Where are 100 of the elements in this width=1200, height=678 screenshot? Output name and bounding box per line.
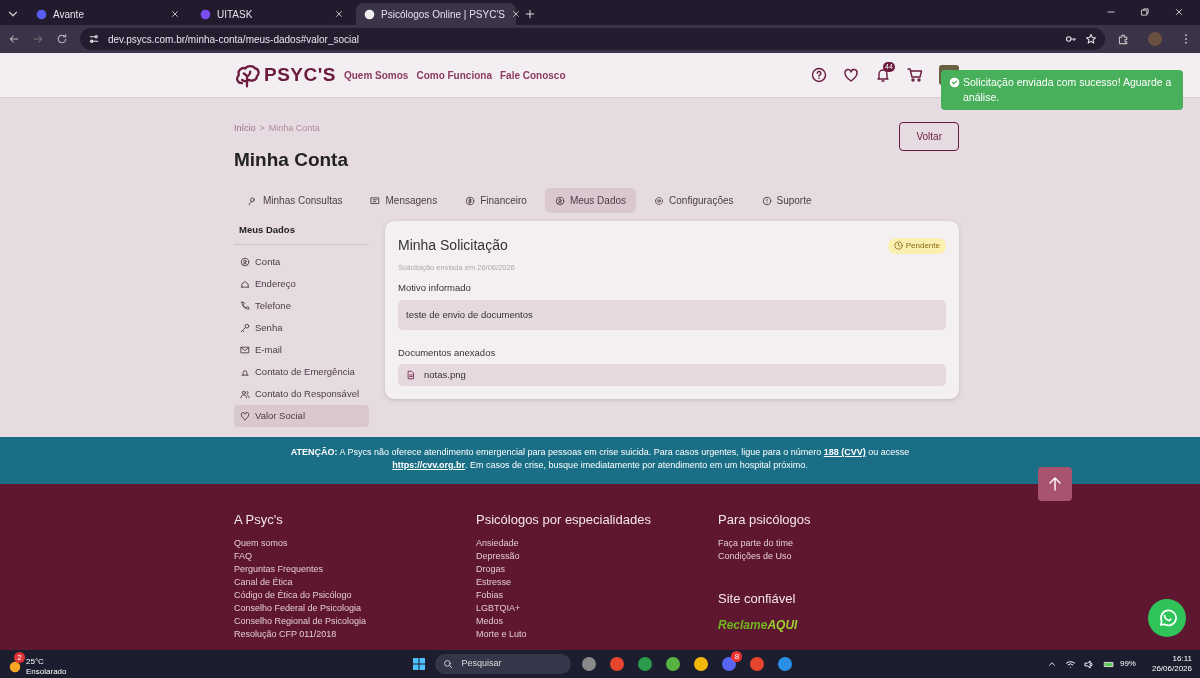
speaker-icon[interactable] <box>1083 658 1095 670</box>
footer-link[interactable]: Morte e Luto <box>476 628 718 641</box>
scroll-top-button[interactable] <box>1038 467 1072 501</box>
close-icon[interactable] <box>170 9 180 19</box>
restore-icon[interactable] <box>1140 7 1150 17</box>
chat-phone-icon <box>1157 608 1177 628</box>
app-icon[interactable] <box>609 656 626 672</box>
weather-condition: Ensolarado <box>26 666 67 677</box>
app-icon[interactable] <box>693 656 710 672</box>
taskbar-search[interactable]: Pesquisar <box>435 654 572 674</box>
bell-icon[interactable] <box>875 67 891 83</box>
logo[interactable]: PSYC'S <box>234 60 336 90</box>
search-icon <box>443 659 454 669</box>
footer-link[interactable]: Depressão <box>476 550 718 563</box>
footer-link[interactable]: Ansiedade <box>476 537 718 550</box>
nav-link[interactable]: Fale Conosco <box>499 67 566 83</box>
bell-icon <box>240 367 250 378</box>
check-circle-icon <box>949 77 960 88</box>
footer-link[interactable]: Condições de Uso <box>718 550 974 563</box>
success-toast: Solicitação enviada com sucesso! Aguarde a análise. <box>941 70 1183 110</box>
site-settings-icon <box>88 33 100 45</box>
attached-file[interactable]: notas.png <box>398 364 946 387</box>
page-title: Minha Conta <box>234 147 348 172</box>
reclame-aqui-logo[interactable]: ReclameAQUI <box>718 616 974 634</box>
tab[interactable]: Financeiro <box>455 188 537 213</box>
key-icon[interactable] <box>1065 33 1077 45</box>
alert-link[interactable]: 188 (CVV) <box>823 447 866 457</box>
footer-link[interactable]: Conselho Regional de Psicologia <box>234 615 476 628</box>
sidebar-item[interactable]: Endereço <box>234 273 369 296</box>
footer-link[interactable]: Conselho Federal de Psicologia <box>234 602 476 615</box>
file-icon <box>406 370 416 381</box>
app-icon[interactable] <box>581 656 598 672</box>
tab[interactable]: Configurações <box>644 188 744 213</box>
footer-heading: Psicólogos por especialidades <box>476 512 652 528</box>
message-icon <box>370 195 381 206</box>
cart-icon[interactable] <box>907 67 923 83</box>
footer-heading: Site confiável <box>718 591 797 607</box>
footer-link[interactable]: FAQ <box>234 550 476 563</box>
address-bar[interactable]: dev.psycs.com.br/minha-conta/meus-dados#valor_social <box>80 28 1105 50</box>
brain-tree-icon <box>234 62 260 88</box>
temperature: 25°C <box>26 656 45 667</box>
footer-link[interactable]: Canal de Ética <box>234 576 476 589</box>
back-button[interactable]: Voltar <box>899 122 959 151</box>
chevron-up-icon[interactable] <box>1046 659 1057 669</box>
nav-link[interactable]: Quem Somos <box>343 67 409 83</box>
tab[interactable]: Meus Dados <box>544 188 637 213</box>
back-icon[interactable] <box>8 33 20 45</box>
footer-link[interactable]: Estresse <box>476 576 718 589</box>
sidebar-item[interactable]: Valor Social <box>234 405 369 428</box>
nav-link[interactable]: Como Funciona <box>416 67 492 83</box>
footer-link[interactable]: Resolução CFP 011/2018 <box>234 628 476 641</box>
extensions-icon[interactable] <box>1117 32 1130 46</box>
browser-tab[interactable]: Avante <box>28 3 188 25</box>
footer-link[interactable]: Drogas <box>476 563 718 576</box>
sidebar-item[interactable]: Senha <box>234 317 369 340</box>
footer-link[interactable]: Medos <box>476 615 718 628</box>
app-icon[interactable] <box>721 656 738 672</box>
reload-icon[interactable] <box>56 33 68 45</box>
house-icon <box>240 279 250 290</box>
key-icon <box>240 323 250 334</box>
sidebar-item[interactable]: Telefone <box>234 295 369 318</box>
footer-heading: A Psyc's <box>234 512 284 528</box>
app-icon[interactable] <box>777 656 794 672</box>
browser-tab[interactable]: Psicólogos Online | PSYC'S <box>356 3 516 25</box>
wifi-icon[interactable] <box>1064 658 1076 670</box>
app-icon[interactable] <box>637 656 654 672</box>
close-icon[interactable] <box>334 9 344 19</box>
footer-link[interactable]: Perguntas Frequentes <box>234 563 476 576</box>
site-icon <box>200 8 211 20</box>
footer-link[interactable]: Código de Ética do Psicólogo <box>234 589 476 602</box>
sidebar-title: Meus Dados <box>234 221 369 246</box>
tab[interactable]: Minhas Consultas <box>238 188 353 213</box>
close-icon[interactable] <box>511 9 521 19</box>
tab[interactable]: Mensagens <box>360 188 448 213</box>
app-icon[interactable] <box>749 656 766 672</box>
field-label: Motivo informado <box>398 281 472 296</box>
app-icon[interactable] <box>665 656 682 672</box>
breadcrumb-current: Minha Conta <box>268 122 320 135</box>
sidebar-item[interactable]: Contato do Responsável <box>234 383 369 406</box>
tab[interactable]: Suporte <box>751 188 822 213</box>
heart-icon[interactable] <box>843 67 859 83</box>
plus-icon[interactable] <box>524 8 536 20</box>
sidebar-item[interactable]: Conta <box>234 251 369 274</box>
coin-icon <box>465 195 476 206</box>
footer-link[interactable]: Quem somos <box>234 537 476 550</box>
site-icon <box>364 8 375 20</box>
clock[interactable]: 16:11 26/06/2026 <box>1151 654 1192 674</box>
weather-widget[interactable]: 2 25°C Ensolarado <box>8 651 67 677</box>
close-icon[interactable] <box>1174 7 1184 17</box>
browser-tab[interactable]: UITASK <box>192 3 352 25</box>
sidebar-item[interactable]: E-mail <box>234 339 369 362</box>
footer-link[interactable]: Fobias <box>476 589 718 602</box>
site-icon <box>36 8 47 20</box>
star-icon[interactable] <box>1085 33 1097 45</box>
help-icon[interactable] <box>811 67 827 83</box>
footer-link[interactable]: LGBTQIA+ <box>476 602 718 615</box>
sidebar-item[interactable]: Contato de Emergência <box>234 361 369 384</box>
windows-logo-icon[interactable] <box>411 656 428 672</box>
info-icon <box>761 195 772 206</box>
footer-link[interactable]: Faça parte do time <box>718 537 974 550</box>
